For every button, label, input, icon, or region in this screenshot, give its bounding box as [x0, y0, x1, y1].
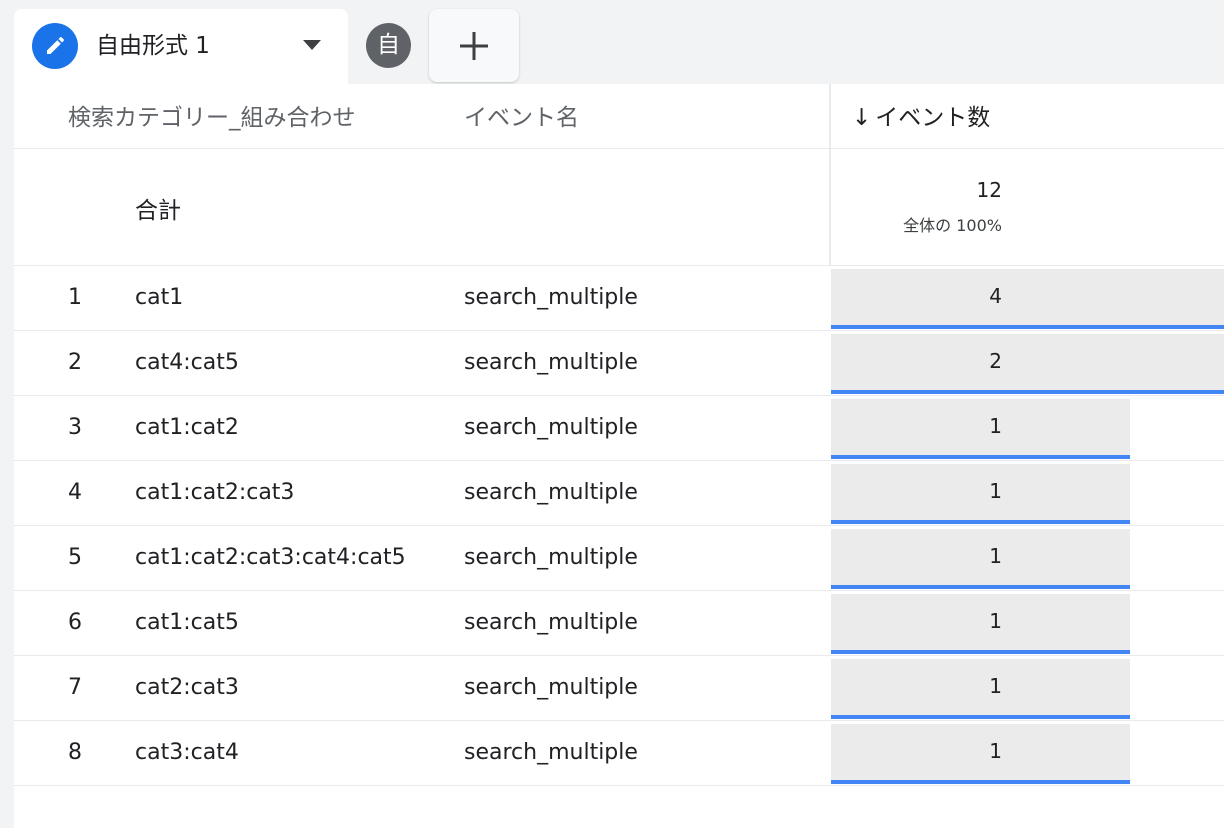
row-event-count: 4 [989, 284, 1002, 308]
table-row[interactable]: 4 cat1:cat2:cat3 search_multiple 1 [14, 461, 1224, 526]
row-event-name: search_multiple [464, 610, 638, 635]
row-event-count: 1 [989, 414, 1002, 438]
row-index: 1 [68, 285, 82, 310]
total-label: 合計 [135, 198, 181, 224]
table-row[interactable]: 2 cat4:cat5 search_multiple 2 [14, 331, 1224, 396]
add-tab-button[interactable] [429, 9, 519, 82]
row-index: 8 [68, 740, 82, 765]
column-divider [829, 84, 831, 266]
bar-fill [831, 594, 1130, 650]
header-event-name[interactable]: イベント名 [464, 104, 579, 132]
row-category: cat2:cat3 [135, 675, 239, 700]
row-event-count: 2 [989, 349, 1002, 373]
row-event-name: search_multiple [464, 480, 638, 505]
row-category: cat1:cat2:cat3:cat4:cat5 [135, 545, 406, 570]
row-index: 5 [68, 545, 82, 570]
plus-icon [460, 32, 488, 60]
header-event-count-label: イベント数 [875, 105, 991, 131]
row-event-count: 1 [989, 479, 1002, 503]
row-event-name: search_multiple [464, 285, 638, 310]
bar-fill [831, 724, 1130, 780]
bar-underline [831, 390, 1224, 394]
bar-fill [831, 269, 1224, 325]
row-event-count: 1 [989, 739, 1002, 763]
row-event-count: 1 [989, 609, 1002, 633]
tab-title[interactable]: 自由形式 1 [96, 33, 210, 59]
row-category: cat1:cat2:cat3 [135, 480, 295, 505]
table-row[interactable]: 1 cat1 search_multiple 4 [14, 266, 1224, 331]
bar-underline [831, 520, 1130, 524]
bar-underline [831, 780, 1130, 784]
row-category: cat1:cat2 [135, 415, 239, 440]
total-value: 12 [976, 178, 1002, 202]
bar-underline [831, 650, 1130, 654]
pencil-icon[interactable] [32, 23, 78, 69]
bar-fill [831, 399, 1130, 455]
chevron-down-icon[interactable] [303, 40, 321, 50]
header-dimension[interactable]: 検索カテゴリー_組み合わせ [68, 104, 356, 132]
header-event-count[interactable]: ↓ イベント数 [852, 104, 990, 132]
table-row[interactable]: 7 cat2:cat3 search_multiple 1 [14, 656, 1224, 721]
row-index: 2 [68, 350, 82, 375]
row-event-name: search_multiple [464, 350, 638, 375]
tab-bar: 自由形式 1 自 [0, 0, 1224, 85]
row-event-count: 1 [989, 544, 1002, 568]
table-row[interactable]: 5 cat1:cat2:cat3:cat4:cat5 search_multiple… [14, 526, 1224, 591]
row-index: 3 [68, 415, 82, 440]
divider [14, 785, 1224, 786]
sort-down-icon: ↓ [852, 105, 872, 131]
row-index: 7 [68, 675, 82, 700]
tab-free-form-1[interactable]: 自由形式 1 [14, 9, 348, 85]
table-row[interactable]: 6 cat1:cat5 search_multiple 1 [14, 591, 1224, 656]
row-category: cat3:cat4 [135, 740, 239, 765]
report-table: 検索カテゴリー_組み合わせ イベント名 ↓ イベント数 合計 12 全体の 100… [14, 84, 1224, 828]
row-event-name: search_multiple [464, 545, 638, 570]
divider [14, 148, 1224, 149]
row-index: 6 [68, 610, 82, 635]
bar-fill [831, 529, 1130, 585]
bar-fill [831, 659, 1130, 715]
bar-underline [831, 325, 1224, 329]
table-row[interactable]: 8 cat3:cat4 search_multiple 1 [14, 721, 1224, 786]
table-row[interactable]: 3 cat1:cat2 search_multiple 1 [14, 396, 1224, 461]
bar-fill [831, 334, 1224, 390]
bar-underline [831, 585, 1130, 589]
bar-underline [831, 455, 1130, 459]
bar-underline [831, 715, 1130, 719]
tab-collapsed[interactable]: 自 [366, 23, 411, 68]
row-event-count: 1 [989, 674, 1002, 698]
row-index: 4 [68, 480, 82, 505]
total-percent: 全体の 100% [903, 216, 1002, 235]
row-category: cat4:cat5 [135, 350, 239, 375]
row-category: cat1:cat5 [135, 610, 239, 635]
row-category: cat1 [135, 285, 184, 310]
bar-fill [831, 464, 1130, 520]
row-event-name: search_multiple [464, 675, 638, 700]
row-event-name: search_multiple [464, 415, 638, 440]
row-event-name: search_multiple [464, 740, 638, 765]
